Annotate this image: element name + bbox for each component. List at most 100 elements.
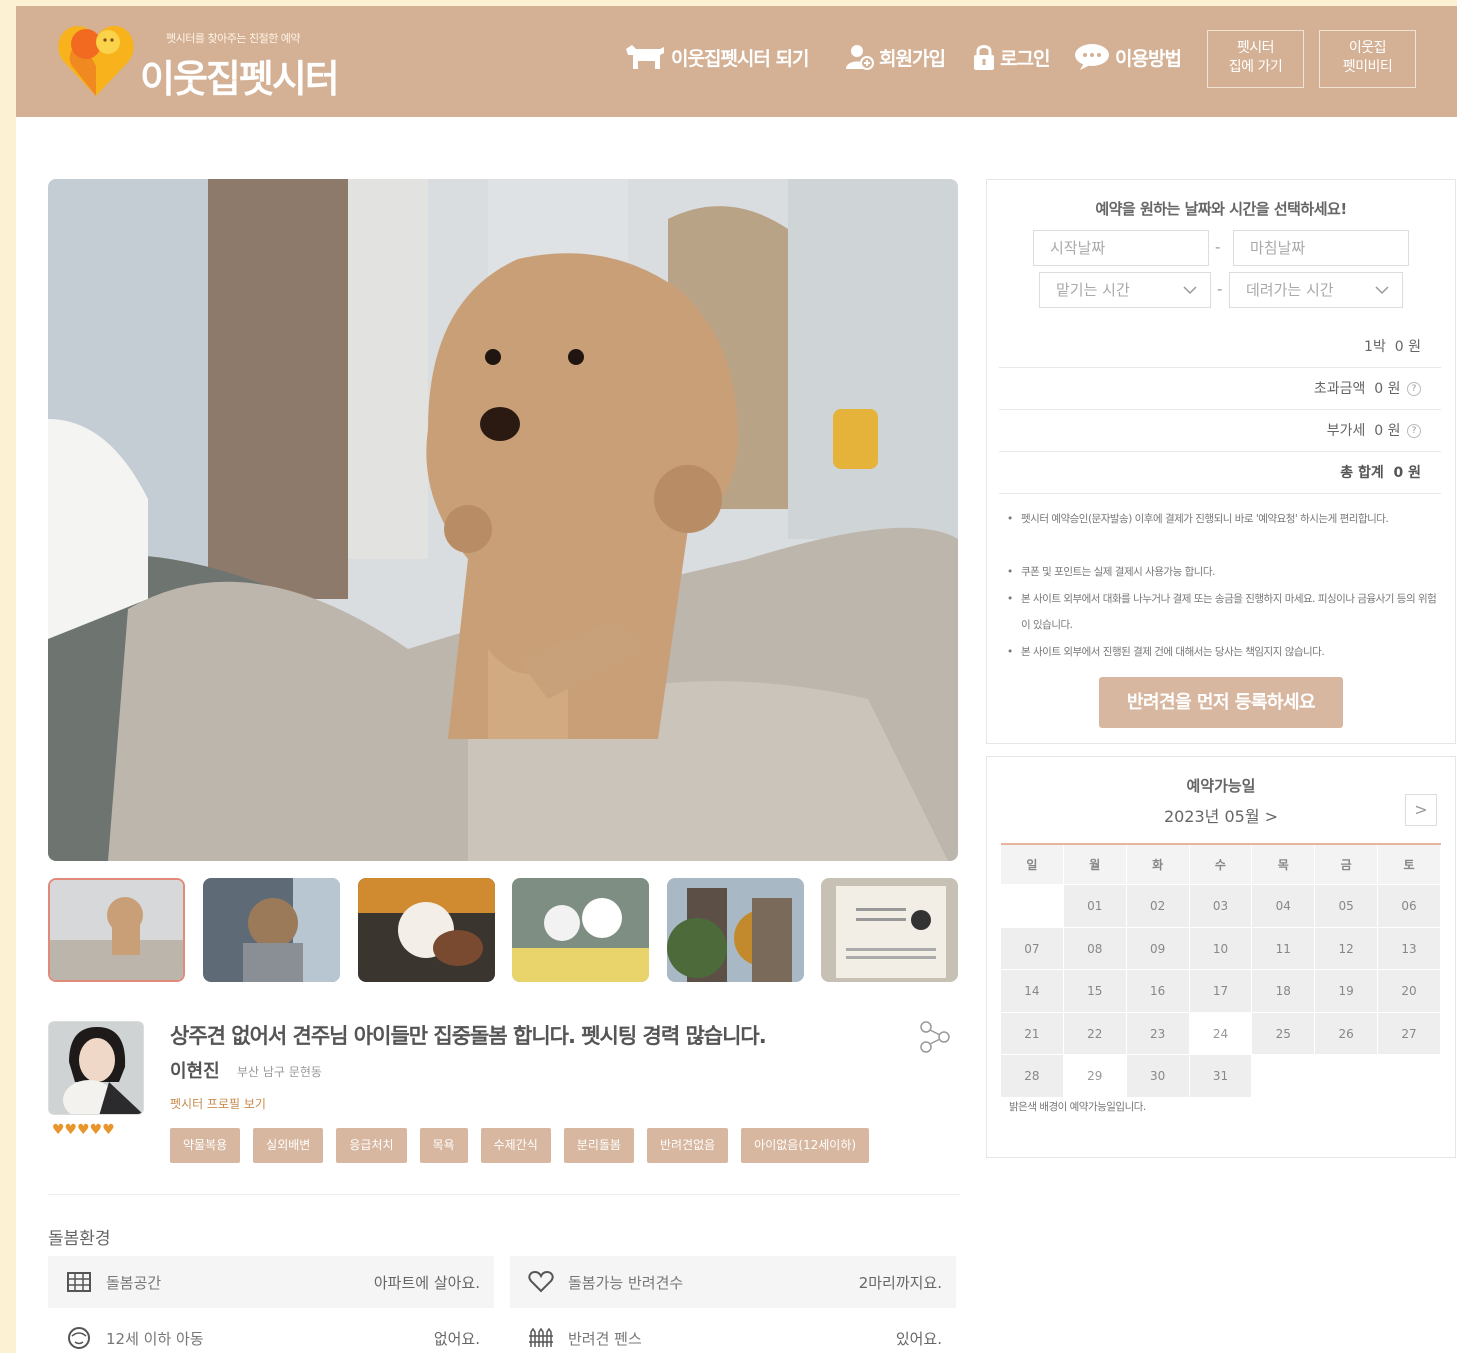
booking-notice: 본 사이트 외부에서 진행된 결제 건에 대해서는 당사는 책임지지 않습니다.	[1007, 639, 1437, 665]
calendar-day[interactable]: 01	[1063, 885, 1127, 928]
calendar-week-row: 14 15 16 17 18 19 20	[1001, 970, 1441, 1013]
price-label: 부가세	[1326, 423, 1366, 439]
calendar-title: 예약가능일	[1186, 777, 1256, 795]
calendar-day[interactable]: 17	[1189, 970, 1253, 1013]
dropoff-time-select[interactable]: 맡기는 시간	[1039, 272, 1211, 308]
calendar-day[interactable]: 22	[1063, 1012, 1127, 1055]
pet-beauty-button[interactable]: 이웃집 펫미비티	[1319, 30, 1416, 88]
nav-label: 로그인	[1000, 47, 1050, 70]
calendar-month[interactable]: 2023년 05월 >	[987, 803, 1455, 827]
booking-title: 예약을 원하는 날짜와 시간을 선택하세요!	[1095, 200, 1347, 218]
end-date-input[interactable]: 마침날짜	[1233, 230, 1409, 266]
start-date-input[interactable]: 시작날짜	[1033, 230, 1209, 266]
sitter-profile-link[interactable]: 펫시터 프로필 보기	[170, 1095, 266, 1112]
fence-icon	[529, 1327, 553, 1347]
service-tag: 반려견없음	[646, 1128, 729, 1163]
booking-notice: 펫시터 예약승인(문자발송) 이후에 결제가 진행되니 바로 '예약요청' 하시…	[1007, 506, 1437, 532]
nav-signup[interactable]: 회원가입	[846, 42, 946, 72]
calendar-day[interactable]: 18	[1252, 970, 1316, 1013]
calendar-day[interactable]: 12	[1315, 927, 1379, 970]
calendar-weekday-row: 일 월 화 수 목 금 토	[1001, 845, 1441, 885]
calendar-day[interactable]: 09	[1126, 927, 1190, 970]
calendar-empty-cell	[1252, 1055, 1316, 1098]
calendar-note: 밝은색 배경이 예약가능일입니다.	[1009, 1101, 1146, 1113]
heart-icon	[528, 1271, 554, 1293]
placeholder: 시작날짜	[1050, 239, 1106, 257]
calendar-day[interactable]: 26	[1315, 1012, 1379, 1055]
sitter-avatar	[48, 1021, 144, 1115]
calendar-day[interactable]: 06	[1378, 885, 1441, 928]
gallery-thumb-4[interactable]	[512, 878, 649, 982]
calendar-day[interactable]: 30	[1126, 1055, 1190, 1098]
calendar-day[interactable]: 13	[1378, 927, 1441, 970]
pickup-time-select[interactable]: 데려가는 시간	[1229, 272, 1403, 308]
calendar-day[interactable]: 23	[1126, 1012, 1190, 1055]
logo-tagline: 펫시터를 찾아주는 친절한 예약	[166, 32, 301, 45]
help-icon[interactable]: ?	[1407, 382, 1421, 396]
main-photo	[48, 179, 958, 861]
gallery-thumb-5[interactable]	[667, 878, 804, 982]
calendar-day[interactable]: 14	[1001, 970, 1064, 1013]
sitter-name: 이현진	[170, 1061, 220, 1082]
calendar-day[interactable]: 04	[1252, 885, 1316, 928]
service-tag: 실외배변	[253, 1128, 324, 1163]
calendar-day[interactable]: 27	[1378, 1012, 1441, 1055]
env-children: 12세 이하 아동 없어요.	[48, 1312, 494, 1353]
calendar-empty-cell	[1378, 1055, 1441, 1098]
nav-become-sitter[interactable]: 이웃집펫시터 되기	[624, 42, 809, 72]
service-tag: 수제간식	[480, 1128, 551, 1163]
service-tag: 아이없음(12세이하)	[741, 1128, 870, 1163]
calendar-day[interactable]: 28	[1001, 1055, 1064, 1098]
logo-wordmark: 이웃집펫시터	[140, 57, 340, 101]
calendar-day[interactable]: 08	[1063, 927, 1127, 970]
gallery-thumb-1[interactable]	[48, 878, 185, 982]
calendar-next-button[interactable]: >	[1405, 794, 1437, 826]
service-tag: 분리돌봄	[563, 1128, 634, 1163]
price-value: 0 원	[1374, 381, 1401, 397]
calendar-day[interactable]: 10	[1189, 927, 1253, 970]
gallery-thumb-3[interactable]	[358, 878, 495, 982]
price-value: 0 원	[1394, 339, 1421, 355]
nav-label: 회원가입	[879, 47, 946, 70]
calendar-day[interactable]: 05	[1315, 885, 1379, 928]
env-label: 12세 이하 아동	[106, 1329, 204, 1348]
calendar-day[interactable]: 15	[1063, 970, 1127, 1013]
dog-icon	[626, 45, 664, 69]
section-divider	[48, 1194, 960, 1195]
calendar-day[interactable]: 29	[1063, 1055, 1127, 1098]
calendar-day[interactable]: 20	[1378, 970, 1441, 1013]
weekday-label: 목	[1252, 845, 1316, 885]
calendar-day[interactable]: 07	[1001, 927, 1064, 970]
calendar-day[interactable]: 24	[1189, 1012, 1253, 1055]
site-header: 펫시터를 찾아주는 친절한 예약 이웃집펫시터 이웃집펫시터 되기 회원가입 로…	[16, 6, 1457, 117]
calendar-day[interactable]: 31	[1189, 1055, 1253, 1098]
service-tag: 약물복용	[170, 1128, 241, 1163]
register-pet-button[interactable]: 반려견을 먼저 등록하세요	[1099, 677, 1343, 728]
booking-notice: 쿠폰 및 포인트는 실제 결제시 사용가능 합니다.	[1007, 559, 1437, 585]
gallery-thumb-6[interactable]	[821, 878, 958, 982]
nav-label: 이용방법	[1115, 47, 1182, 70]
calendar-day[interactable]: 25	[1252, 1012, 1316, 1055]
calendar-week-row: 21 22 23 24 25 26 27	[1001, 1012, 1441, 1055]
calendar-day[interactable]: 11	[1252, 927, 1316, 970]
gallery-thumb-2[interactable]	[203, 878, 340, 982]
home-sitter-button[interactable]: 펫시터 집에 가기	[1207, 30, 1304, 88]
nav-how-to[interactable]: 이용방법	[1074, 42, 1182, 72]
logo[interactable]: 펫시터를 찾아주는 친절한 예약 이웃집펫시터	[56, 20, 356, 101]
chevron-down-icon	[1375, 286, 1389, 295]
home-sitter-line1: 펫시터	[1236, 40, 1275, 56]
calendar-day[interactable]: 16	[1126, 970, 1190, 1013]
nav-label: 이웃집펫시터 되기	[671, 47, 809, 70]
rating-hearts: ♥♥♥♥♥	[52, 1122, 115, 1138]
nav-login[interactable]: 로그인	[973, 42, 1050, 72]
calendar-day[interactable]: 19	[1315, 970, 1379, 1013]
calendar-day[interactable]: 03	[1189, 885, 1253, 928]
share-icon[interactable]	[916, 1020, 950, 1054]
calendar-day[interactable]: 02	[1126, 885, 1190, 928]
help-icon[interactable]: ?	[1407, 424, 1421, 438]
availability-calendar: 예약가능일 2023년 05월 > > 일 월 화 수 목 금 토 01 02 03…	[986, 756, 1456, 1158]
calendar-day[interactable]: 21	[1001, 1012, 1064, 1055]
env-value: 아파트에 살아요.	[373, 1273, 480, 1292]
price-label: 초과금액	[1313, 381, 1366, 397]
calendar-week-row: 01 02 03 04 05 06	[1001, 885, 1441, 928]
